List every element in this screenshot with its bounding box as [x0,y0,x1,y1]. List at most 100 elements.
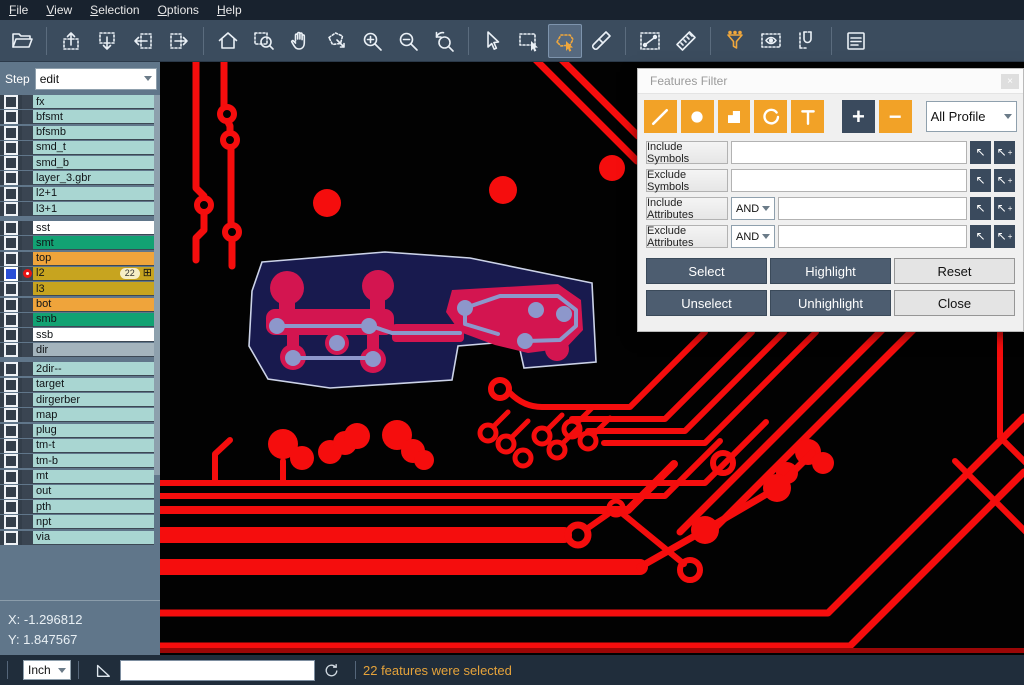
layer-visibility-checkbox[interactable] [0,343,22,357]
layer-name[interactable]: l3+1 [33,202,154,216]
active-layer-indicator[interactable] [22,221,33,235]
menu-file[interactable]: File [0,0,37,20]
layer-name[interactable]: 2dir-- [33,362,154,376]
close-button[interactable]: Close [894,290,1015,316]
active-layer-indicator[interactable] [22,439,33,453]
angle-measure-icon[interactable] [94,661,112,679]
active-layer-indicator[interactable] [22,95,33,109]
layer-name[interactable]: pth [33,500,154,514]
snap-button[interactable] [790,24,824,58]
exclude-attributes-input[interactable] [778,225,967,248]
active-layer-indicator[interactable] [22,343,33,357]
include-attributes-button[interactable]: Include Attributes [646,197,728,220]
active-layer-indicator[interactable] [22,515,33,529]
pick-arrow-add-button[interactable]: ↖+ [994,141,1015,164]
include-symbols-input[interactable] [731,141,967,164]
layer-name[interactable]: smt [33,236,154,250]
active-layer-indicator[interactable] [22,126,33,140]
pick-arrow-button[interactable]: ↖ [970,169,991,192]
layer-name[interactable]: mt [33,470,154,484]
nudge-right-button[interactable] [162,24,196,58]
active-layer-indicator[interactable] [22,110,33,124]
active-layer-indicator[interactable] [22,408,33,422]
layer-visibility-checkbox[interactable] [0,313,22,327]
pick-arrow-button[interactable]: ↖ [970,141,991,164]
layer-visibility-checkbox[interactable] [0,236,22,250]
polygon-select-button[interactable] [548,24,582,58]
line-filter-button[interactable] [644,100,677,133]
zoom-out-button[interactable] [391,24,425,58]
open-file-button[interactable] [5,24,39,58]
layer-visibility-checkbox[interactable] [0,378,22,392]
feature-list-button[interactable] [839,24,873,58]
layer-name[interactable]: l3 [33,282,154,296]
active-layer-indicator[interactable] [22,454,33,468]
unhighlight-button[interactable]: Unhighlight [770,290,891,316]
pointer-select-button[interactable] [476,24,510,58]
layer-name[interactable]: dirgerber [33,393,154,407]
pick-arrow-button[interactable]: ↖ [970,225,991,248]
layer-visibility-checkbox[interactable] [0,141,22,155]
sync-icon[interactable] [323,662,340,679]
drag-view-button[interactable] [319,24,353,58]
text-filter-button[interactable] [791,100,824,133]
layer-visibility-checkbox[interactable] [0,156,22,170]
select-button[interactable]: Select [646,258,767,284]
active-layer-indicator[interactable] [22,298,33,312]
layer-name[interactable]: tm-t [33,439,154,453]
zoom-in-button[interactable] [355,24,389,58]
layer-name[interactable]: target [33,378,154,392]
nudge-down-button[interactable] [90,24,124,58]
dialog-titlebar[interactable]: Features Filter × [638,69,1023,94]
layer-visibility-checkbox[interactable] [0,126,22,140]
nudge-up-button[interactable] [54,24,88,58]
layer-visibility-checkbox[interactable] [0,298,22,312]
add-mode-button[interactable]: + [842,100,875,133]
menu-options[interactable]: Options [149,0,208,20]
exclude-attributes-button[interactable]: Exclude Attributes [646,225,728,248]
active-layer-indicator[interactable] [22,187,33,201]
layer-visibility-checkbox[interactable] [0,282,22,296]
active-layer-indicator[interactable] [22,470,33,484]
rectangle-select-button[interactable] [512,24,546,58]
layer-visibility-checkbox[interactable] [0,500,22,514]
layer-visibility-checkbox[interactable] [0,95,22,109]
exclude-symbols-input[interactable] [731,169,967,192]
pick-arrow-add-button[interactable]: ↖+ [994,197,1015,220]
include-attributes-input[interactable] [778,197,967,220]
surface-filter-button[interactable] [718,100,751,133]
operator-select[interactable]: AND [731,225,775,248]
home-view-button[interactable] [211,24,245,58]
close-icon[interactable]: × [1001,74,1019,89]
layer-visibility-checkbox[interactable] [0,110,22,124]
menu-help[interactable]: Help [208,0,251,20]
features-filter-button[interactable] [718,24,752,58]
active-layer-indicator[interactable] [22,424,33,438]
zoom-window-button[interactable] [247,24,281,58]
active-layer-indicator[interactable] [22,156,33,170]
layer-visibility-checkbox[interactable] [0,328,22,342]
nudge-left-button[interactable] [126,24,160,58]
layer-visibility-checkbox[interactable] [0,267,22,281]
active-layer-indicator[interactable] [22,378,33,392]
layer-name[interactable]: l222⊞ [33,267,154,281]
menu-view[interactable]: View [37,0,81,20]
pick-arrow-add-button[interactable]: ↖+ [994,169,1015,192]
active-layer-indicator[interactable] [22,313,33,327]
layer-visibility-checkbox[interactable] [0,187,22,201]
menu-selection[interactable]: Selection [81,0,148,20]
layer-name[interactable]: dir [33,343,154,357]
pan-hand-button[interactable] [283,24,317,58]
active-layer-indicator[interactable] [22,202,33,216]
active-layer-indicator[interactable] [22,252,33,266]
active-layer-indicator[interactable] [22,282,33,296]
reset-button[interactable]: Reset [894,258,1015,284]
layer-name[interactable]: layer_3.gbr [33,171,154,185]
clear-brush-button[interactable] [584,24,618,58]
layer-name[interactable]: plug [33,424,154,438]
layer-visibility-checkbox[interactable] [0,221,22,235]
include-symbols-button[interactable]: Include Symbols [646,141,728,164]
grid-icon[interactable]: ⊞ [143,267,152,280]
active-layer-indicator[interactable] [22,393,33,407]
layer-name[interactable]: l2+1 [33,187,154,201]
